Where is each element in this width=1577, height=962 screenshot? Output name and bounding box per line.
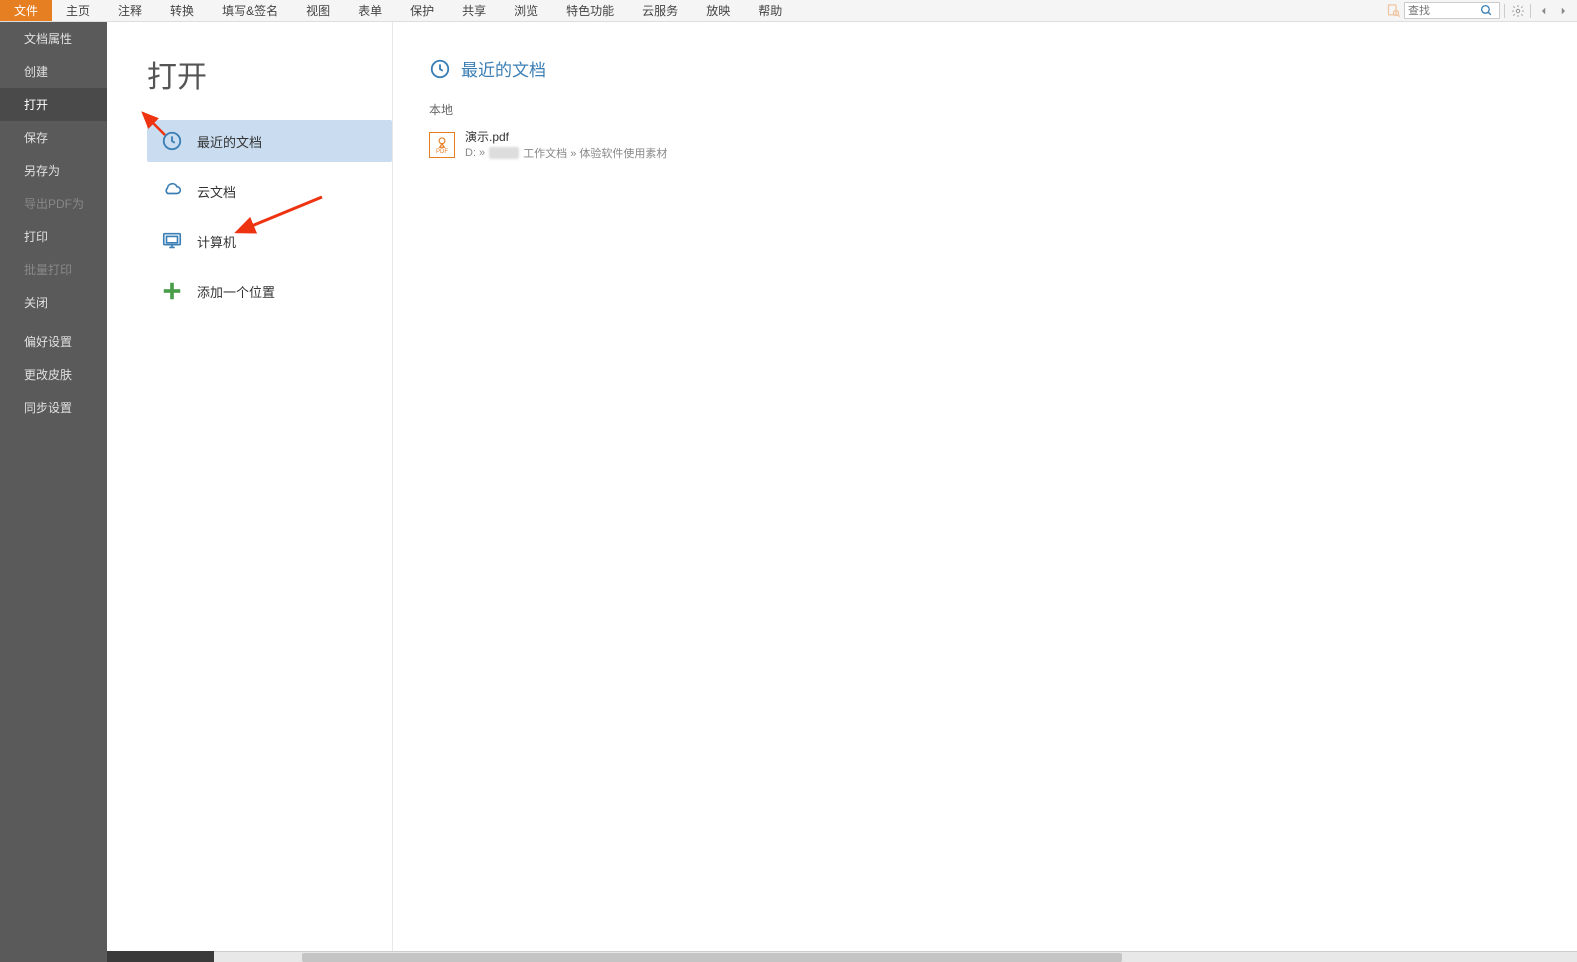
sidebar-item[interactable]: 文档属性 bbox=[0, 22, 107, 55]
sidebar-item[interactable]: 导出PDF为 bbox=[0, 187, 107, 220]
topbar-tab[interactable]: 帮助 bbox=[744, 0, 796, 21]
topbar-tabs: 文件主页注释转换填写&签名视图表单保护共享浏览特色功能云服务放映帮助 bbox=[0, 0, 1384, 21]
topbar-tab[interactable]: 保护 bbox=[396, 0, 448, 21]
cloud-icon bbox=[161, 180, 183, 202]
right-panel-header: 最近的文档 bbox=[429, 56, 1577, 81]
topbar-tab[interactable]: 视图 bbox=[292, 0, 344, 21]
clock-icon bbox=[429, 58, 451, 80]
search-icon[interactable] bbox=[1478, 2, 1495, 19]
topbar-right bbox=[1384, 0, 1571, 21]
horizontal-scrollbar[interactable] bbox=[214, 951, 1577, 962]
location-label: 最近的文档 bbox=[197, 132, 262, 151]
computer-icon bbox=[161, 230, 183, 252]
topbar-tab[interactable]: 云服务 bbox=[628, 0, 692, 21]
file-name: 演示.pdf bbox=[465, 128, 667, 145]
location-item[interactable]: 云文档 bbox=[147, 170, 392, 212]
topbar-tab[interactable]: 主页 bbox=[52, 0, 104, 21]
file-item[interactable]: PDF 演示.pdfD: »工作文档 » 体验软件使用素材 bbox=[429, 124, 1577, 165]
divider bbox=[1530, 4, 1531, 18]
file-path: D: »工作文档 » 体验软件使用素材 bbox=[465, 145, 667, 161]
sidebar-item[interactable]: 关闭 bbox=[0, 286, 107, 319]
location-label: 计算机 bbox=[197, 232, 236, 251]
topbar-tab[interactable]: 浏览 bbox=[500, 0, 552, 21]
topbar: 文件主页注释转换填写&签名视图表单保护共享浏览特色功能云服务放映帮助 bbox=[0, 0, 1577, 22]
gear-icon[interactable] bbox=[1509, 2, 1526, 19]
sidebar-item[interactable]: 打印 bbox=[0, 220, 107, 253]
open-panel: 打开 最近的文档云文档计算机添加一个位置 bbox=[107, 22, 392, 962]
plus-icon bbox=[161, 280, 183, 302]
location-label: 云文档 bbox=[197, 182, 236, 201]
topbar-tab[interactable]: 特色功能 bbox=[552, 0, 628, 21]
clock-icon bbox=[161, 130, 183, 152]
file-list: PDF 演示.pdfD: »工作文档 » 体验软件使用素材 bbox=[429, 124, 1577, 165]
sidebar-item[interactable]: 创建 bbox=[0, 55, 107, 88]
sidebar-item[interactable]: 另存为 bbox=[0, 154, 107, 187]
nav-back-icon[interactable] bbox=[1535, 2, 1552, 19]
location-item[interactable]: 计算机 bbox=[147, 220, 392, 262]
divider bbox=[1504, 4, 1505, 18]
location-item[interactable]: 最近的文档 bbox=[147, 120, 392, 162]
sidebar-item[interactable]: 批量打印 bbox=[0, 253, 107, 286]
location-label: 添加一个位置 bbox=[197, 282, 275, 301]
search-input[interactable] bbox=[1408, 5, 1478, 17]
main: 文档属性创建打开保存另存为导出PDF为打印批量打印关闭偏好设置更改皮肤同步设置 … bbox=[0, 22, 1577, 962]
sidebar-footer-strip bbox=[107, 951, 214, 962]
topbar-tab[interactable]: 文件 bbox=[0, 0, 52, 21]
sidebar-item[interactable]: 同步设置 bbox=[0, 391, 107, 424]
blurred-segment bbox=[489, 147, 519, 159]
topbar-tab[interactable]: 转换 bbox=[156, 0, 208, 21]
content: 打开 最近的文档云文档计算机添加一个位置 最近的文档 本地 PDF 演示.pdfD… bbox=[107, 22, 1577, 962]
section-label: 本地 bbox=[429, 101, 1577, 118]
doc-search-icon[interactable] bbox=[1384, 2, 1402, 20]
sidebar: 文档属性创建打开保存另存为导出PDF为打印批量打印关闭偏好设置更改皮肤同步设置 bbox=[0, 22, 107, 962]
pdf-file-icon: PDF bbox=[429, 132, 455, 158]
sidebar-item[interactable]: 打开 bbox=[0, 88, 107, 121]
right-panel: 最近的文档 本地 PDF 演示.pdfD: »工作文档 » 体验软件使用素材 bbox=[392, 22, 1577, 962]
sidebar-item[interactable]: 保存 bbox=[0, 121, 107, 154]
scrollbar-thumb[interactable] bbox=[302, 953, 1122, 962]
right-panel-title: 最近的文档 bbox=[461, 56, 546, 81]
topbar-tab[interactable]: 共享 bbox=[448, 0, 500, 21]
location-list: 最近的文档云文档计算机添加一个位置 bbox=[147, 120, 392, 312]
location-item[interactable]: 添加一个位置 bbox=[147, 270, 392, 312]
nav-forward-icon[interactable] bbox=[1554, 2, 1571, 19]
topbar-tab[interactable]: 填写&签名 bbox=[208, 0, 292, 21]
topbar-tab[interactable]: 放映 bbox=[692, 0, 744, 21]
sidebar-item[interactable]: 偏好设置 bbox=[0, 325, 107, 358]
topbar-tab[interactable]: 表单 bbox=[344, 0, 396, 21]
topbar-tab[interactable]: 注释 bbox=[104, 0, 156, 21]
search-box[interactable] bbox=[1404, 2, 1500, 19]
open-title: 打开 bbox=[147, 52, 392, 96]
sidebar-item[interactable]: 更改皮肤 bbox=[0, 358, 107, 391]
